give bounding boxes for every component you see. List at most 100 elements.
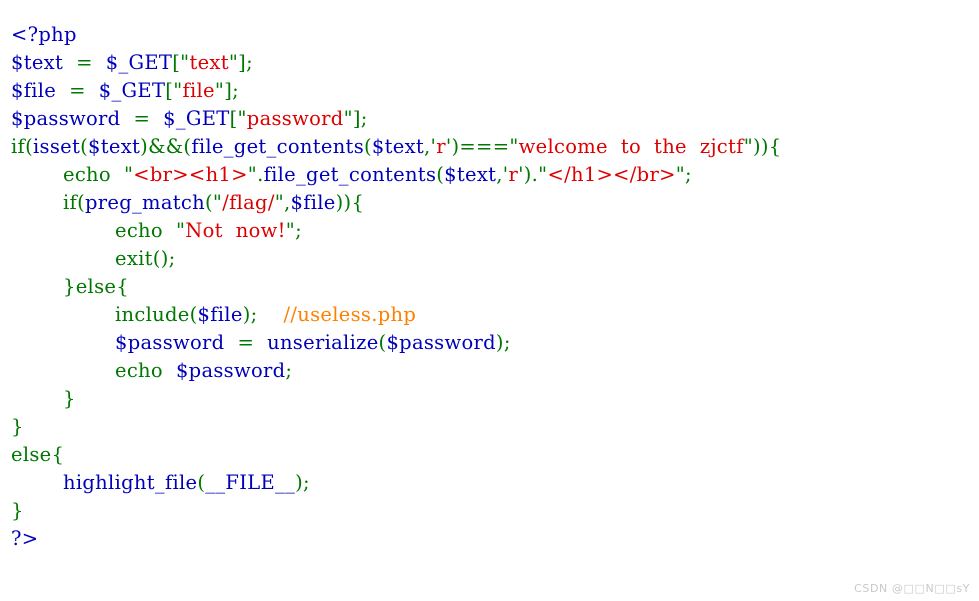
code-token: if bbox=[63, 191, 78, 214]
code-line: }else{ bbox=[11, 273, 971, 301]
code-token: echo bbox=[114, 219, 163, 242]
code-line: ?> bbox=[11, 525, 971, 553]
code-token: " bbox=[228, 51, 239, 74]
code-token: file_get_contents bbox=[263, 163, 437, 186]
code-token: isset bbox=[32, 135, 81, 158]
code-token: unserialize bbox=[267, 331, 379, 354]
code-token: <?php bbox=[11, 23, 77, 46]
code-token: " bbox=[274, 191, 284, 214]
code-token: ; bbox=[232, 79, 239, 102]
code-token: )){ bbox=[752, 135, 782, 158]
code-token: } bbox=[11, 415, 24, 438]
code-token: ( bbox=[189, 303, 198, 326]
code-token: ] bbox=[352, 107, 361, 130]
code-line: echo $password; bbox=[11, 357, 971, 385]
code-token: " bbox=[343, 107, 353, 130]
code-token: ); bbox=[495, 331, 511, 354]
code-line: $text = $_GET["text"]; bbox=[11, 49, 971, 77]
php-source-code: <?php $text = $_GET["text"]; $file = $_GET… bbox=[11, 21, 971, 553]
code-token: else bbox=[11, 443, 52, 466]
csdn-watermark: CSDN @□□N□□sY bbox=[854, 582, 970, 595]
code-token: { bbox=[51, 443, 65, 466]
code-token: " bbox=[237, 107, 247, 130]
code-token: echo bbox=[114, 359, 163, 382]
code-token: /flag/ bbox=[222, 191, 275, 214]
code-token: r bbox=[436, 135, 446, 158]
code-token: ; bbox=[360, 107, 368, 130]
code-token: exit bbox=[114, 247, 153, 270]
page-root: <?php $text = $_GET["text"]; $file = $_GET… bbox=[0, 0, 979, 601]
code-token: " bbox=[743, 135, 753, 158]
code-token: Not now! bbox=[185, 219, 286, 242]
code-token: text bbox=[189, 51, 229, 74]
code-token: )=== bbox=[451, 135, 510, 158]
code-token: } bbox=[11, 499, 24, 522]
code-line: else{ bbox=[11, 441, 971, 469]
code-line: include($file); //useless.php bbox=[11, 301, 971, 329]
code-token: </h1></br> bbox=[547, 163, 676, 186]
code-token: ). bbox=[523, 163, 539, 186]
code-token: ?> bbox=[11, 527, 39, 550]
code-token: ; bbox=[685, 163, 692, 186]
code-token: //useless.php bbox=[283, 303, 417, 326]
code-token: ); bbox=[242, 303, 258, 326]
code-token: ( bbox=[364, 135, 372, 158]
code-token: { bbox=[116, 275, 129, 298]
code-token: $text bbox=[444, 163, 497, 186]
code-token: $file bbox=[290, 191, 336, 214]
code-token: password bbox=[246, 107, 344, 130]
code-token: ] bbox=[224, 79, 233, 102]
code-line: $password = unserialize($password); bbox=[11, 329, 971, 357]
code-token: ] bbox=[238, 51, 247, 74]
code-line: } bbox=[11, 385, 971, 413]
code-token: ); bbox=[295, 471, 310, 494]
code-token: } bbox=[63, 275, 76, 298]
code-token: $text bbox=[88, 135, 141, 158]
code-token: welcome to the zjctf bbox=[518, 135, 744, 158]
code-token: [ bbox=[165, 79, 174, 102]
code-token: ; bbox=[295, 219, 302, 242]
code-line: if(preg_match("/flag/",$file)){ bbox=[11, 189, 971, 217]
code-token: __FILE__ bbox=[205, 471, 296, 494]
code-token: ( bbox=[436, 163, 445, 186]
code-token: )){ bbox=[335, 191, 365, 214]
code-line: echo "Not now!"; bbox=[11, 217, 971, 245]
code-token: " bbox=[509, 135, 519, 158]
code-token: " bbox=[212, 191, 223, 214]
code-token: ; bbox=[246, 51, 253, 74]
code-token: file_get_contents bbox=[191, 135, 364, 158]
code-token: $password bbox=[114, 331, 238, 354]
code-token: " bbox=[247, 163, 258, 186]
code-token: highlight_file bbox=[63, 471, 198, 494]
code-token: $text bbox=[11, 51, 77, 74]
code-token: (); bbox=[152, 247, 176, 270]
code-line: $password = $_GET["password"]; bbox=[11, 105, 971, 133]
code-token: $password bbox=[11, 107, 134, 130]
code-token: else bbox=[75, 275, 117, 298]
code-token: $_GET bbox=[105, 51, 173, 74]
code-token: ( bbox=[77, 191, 85, 214]
code-token: = bbox=[69, 79, 86, 102]
code-token: ( bbox=[205, 191, 213, 214]
code-token: $password bbox=[386, 331, 496, 354]
code-token: " bbox=[675, 163, 685, 186]
code-token: r bbox=[508, 163, 519, 186]
code-token: $_GET bbox=[98, 79, 166, 102]
code-token: " bbox=[214, 79, 225, 102]
code-token: " bbox=[285, 219, 296, 242]
code-token: $password bbox=[175, 359, 286, 382]
